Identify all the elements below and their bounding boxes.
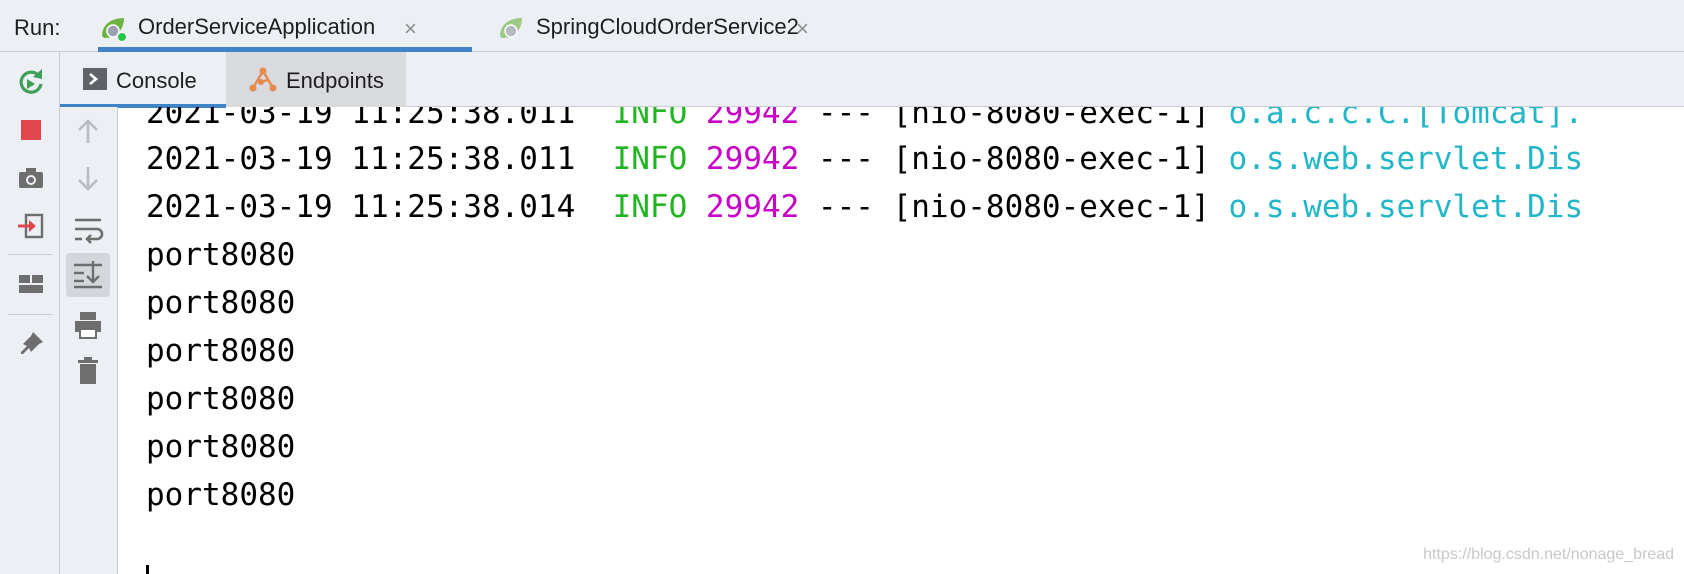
console-output[interactable]: 2021-03-19 11:25:38.011 INFO 29942 --- [… <box>118 107 1684 574</box>
stop-icon[interactable] <box>15 114 47 146</box>
run-tab-label: SpringCloudOrderService2 <box>536 14 799 39</box>
run-tab-order-service-application[interactable]: OrderServiceApplication × <box>98 0 472 52</box>
tab-console-label: Console <box>116 68 197 93</box>
toolbar-divider <box>8 314 52 315</box>
output-line: port8080 <box>146 237 296 273</box>
tab-console[interactable]: Console <box>60 52 226 108</box>
endpoints-icon <box>249 67 277 92</box>
close-icon[interactable]: × <box>404 16 417 42</box>
pin-icon[interactable] <box>15 328 47 360</box>
console-tab-strip: Console Endpoints <box>60 52 1684 108</box>
console-actions-toolbar <box>60 107 118 574</box>
tab-endpoints[interactable]: Endpoints <box>226 52 406 107</box>
spring-boot-leaf-icon <box>102 18 127 42</box>
rerun-icon[interactable] <box>15 66 47 98</box>
console-icon <box>83 68 107 90</box>
trash-icon[interactable] <box>70 353 106 389</box>
soft-wrap-icon[interactable] <box>70 211 106 247</box>
output-line: port8080 <box>146 477 296 513</box>
close-icon[interactable]: × <box>796 16 809 42</box>
tab-endpoints-label: Endpoints <box>286 68 384 93</box>
arrow-up-icon[interactable] <box>70 113 106 149</box>
output-line: port8080 <box>146 381 296 417</box>
output-line: port8080 <box>146 333 296 369</box>
run-label: Run: <box>14 15 61 40</box>
arrow-down-icon[interactable] <box>70 161 106 197</box>
run-tool-window-header: Run: OrderServiceApplication × SpringClo… <box>0 0 1684 52</box>
log-line: 2021-03-19 11:25:38.011 INFO 29942 --- [… <box>146 141 1584 177</box>
text-caret <box>146 565 149 574</box>
spring-boot-leaf-icon <box>500 18 522 38</box>
toolbar-divider <box>8 254 52 255</box>
run-tab-label: OrderServiceApplication <box>138 14 376 39</box>
output-line: port8080 <box>146 429 296 465</box>
import-exit-icon[interactable] <box>15 210 47 242</box>
run-tab-spring-cloud-order-service-2[interactable]: SpringCloudOrderService2 × <box>496 0 876 52</box>
log-line: 2021-03-19 11:25:38.014 INFO 29942 --- [… <box>146 189 1584 225</box>
camera-icon[interactable] <box>15 162 47 194</box>
scroll-to-end-icon[interactable] <box>66 253 110 297</box>
watermark: https://blog.csdn.net/nonage_bread <box>1423 546 1674 563</box>
layout-icon[interactable] <box>15 268 47 300</box>
output-line: port8080 <box>146 285 296 321</box>
run-actions-toolbar <box>0 52 60 574</box>
print-icon[interactable] <box>70 307 106 343</box>
